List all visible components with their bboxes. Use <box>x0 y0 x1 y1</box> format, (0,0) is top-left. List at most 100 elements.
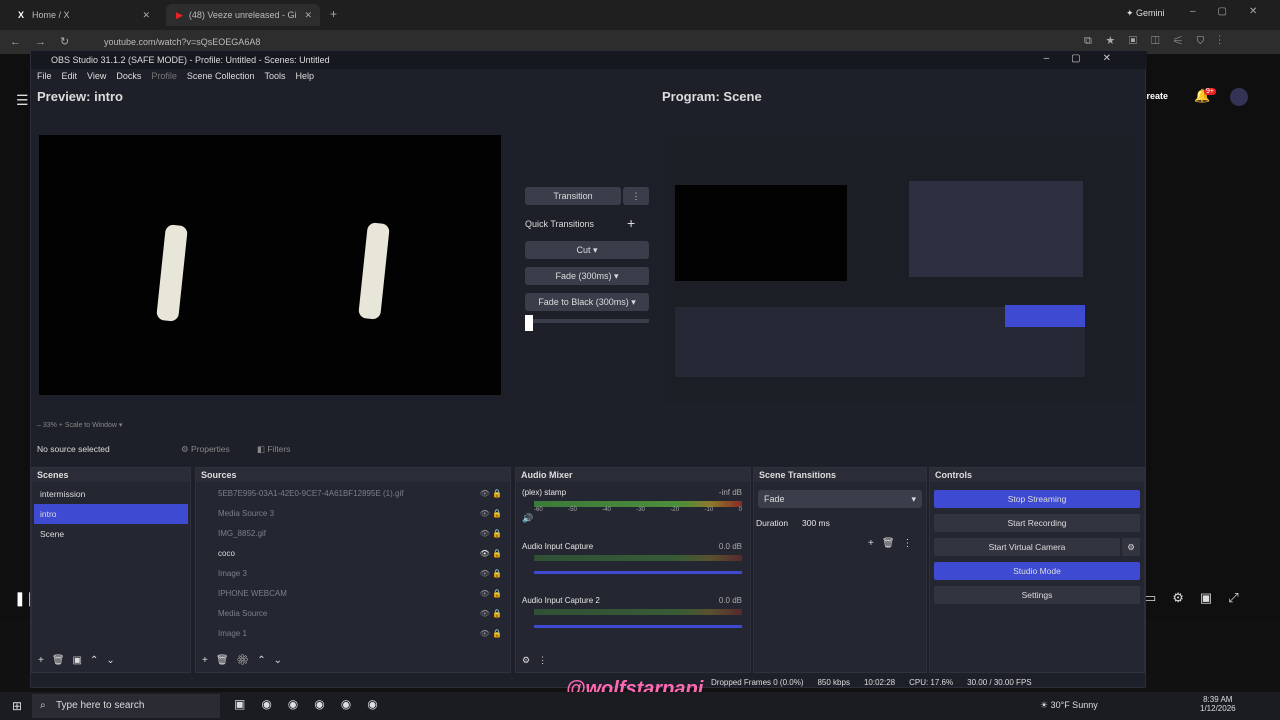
filters-button[interactable]: ◧ Filters <box>257 444 291 455</box>
obs-title-bar: OBS Studio 31.1.2 (SAFE MODE) - Profile:… <box>31 51 1147 69</box>
tab-youtube[interactable]: ▶ (48) Veeze unreleased - Gi ✕ <box>166 4 320 26</box>
start-recording-button[interactable]: Start Recording <box>934 514 1140 532</box>
cut-button[interactable]: Cut ▾ <box>525 241 649 259</box>
taskbar-apps[interactable]: ▣◉◉◉◉◉ <box>234 697 394 711</box>
cpu-usage: CPU: 17.6% <box>909 678 954 687</box>
close-icon[interactable]: ✕ <box>142 10 158 21</box>
obs-window-controls[interactable]: –▢✕ <box>1044 53 1133 64</box>
fade-button[interactable]: Fade (300ms) ▾ <box>525 267 649 285</box>
audio-channel: (plex) stamp -inf dB -60 -50 -40 -30 -20 -10 0 … <box>522 488 742 524</box>
fade-black-button[interactable]: Fade to Black (300ms) ▾ <box>525 293 649 311</box>
obs-status-bar: Dropped Frames 0 (0.0%) 850 kbps 10:02:2… <box>711 678 1032 687</box>
taskbar-search[interactable]: ⌕ Type here to search <box>32 694 220 718</box>
nested-controls <box>1005 305 1085 327</box>
zoom-level: 33% <box>42 422 57 429</box>
audio-channel-name: Audio Input Capture <box>522 542 594 551</box>
audio-db: 0.0 dB <box>718 542 742 551</box>
extension-icons[interactable]: ⧉★▣◫⚟⛉⋮ <box>1084 35 1235 48</box>
transition-select-label: Fade <box>764 494 785 504</box>
weather-widget[interactable]: ☀ 30°F Sunny <box>1040 700 1098 711</box>
audio-channel: Audio Input Capture 0.0 dB <box>522 542 742 574</box>
audio-channel-name: (plex) stamp <box>522 488 567 497</box>
source-item[interactable]: Media Source 3 👁 🔒 <box>196 504 510 524</box>
add-transition-icon[interactable]: + <box>627 215 635 231</box>
source-label: Image 1 <box>218 629 247 638</box>
source-item[interactable]: IMG_8852.gif 👁 🔒 <box>196 524 510 544</box>
menu-edit[interactable]: Edit <box>62 71 78 87</box>
scene-item[interactable]: intermission <box>34 484 188 504</box>
source-item[interactable]: IPHONE WEBCAM 👁 🔒 <box>196 584 510 604</box>
menu-icon[interactable]: ☰ <box>16 92 29 109</box>
obs-menu-bar: File Edit View Docks Profile Scene Colle… <box>31 71 314 87</box>
nav-icons[interactable]: ←→↻ <box>10 35 83 48</box>
audio-toolbar[interactable]: ⚙⋮ <box>522 655 555 666</box>
audio-mixer-header: Audio Mixer <box>516 468 750 482</box>
tbar-track[interactable] <box>525 319 649 323</box>
dropped-frames: Dropped Frames 0 (0.0%) <box>711 678 804 687</box>
source-label: IMG_8852.gif <box>218 529 267 538</box>
gemini-button[interactable]: ✦ Gemini <box>1126 8 1165 19</box>
tbar-handle[interactable] <box>525 315 533 331</box>
scene-item[interactable]: Scene <box>34 524 188 544</box>
new-tab-icon[interactable]: + <box>330 7 337 21</box>
avatar[interactable] <box>1230 88 1248 106</box>
transition-toolbar[interactable]: +🗑⋮ <box>868 538 921 549</box>
menu-file[interactable]: File <box>37 71 52 87</box>
taskbar-clock[interactable]: 8:39 AM 1/12/2026 <box>1200 695 1236 713</box>
clock-time: 8:39 AM <box>1203 695 1233 704</box>
url-field[interactable]: youtube.com/watch?v=sQsEOEGA6A8 <box>84 33 1084 51</box>
menu-scene-collection[interactable]: Scene Collection <box>187 71 255 87</box>
menu-help[interactable]: Help <box>295 71 314 87</box>
source-item[interactable]: Media Source 👁 🔒 <box>196 604 510 624</box>
filters-label: Filters <box>267 444 291 454</box>
scene-item[interactable]: intro <box>34 504 188 524</box>
program-canvas <box>665 137 1135 403</box>
source-item[interactable]: 5EB7E995-03A1-42E0-9CE7-4A61BF12895E (1)… <box>196 484 510 504</box>
volume-slider[interactable] <box>534 571 742 574</box>
source-item[interactable]: coco 👁 🔒 <box>196 544 510 564</box>
scene-transitions-header: Scene Transitions <box>754 468 926 482</box>
tab-label: Home / X <box>32 10 70 20</box>
fade-black-label: Fade to Black (300ms) <box>538 297 629 307</box>
youtube-icon: ▶ <box>176 9 183 20</box>
virtual-camera-settings-icon[interactable]: ⚙ <box>1122 538 1140 556</box>
source-label: IPHONE WEBCAM <box>218 589 287 598</box>
scene-toolbar[interactable]: +🗑▣⌃⌄ <box>38 655 123 666</box>
volume-slider[interactable] <box>534 625 742 628</box>
properties-label: Properties <box>190 444 230 454</box>
clock-date: 1/12/2026 <box>1200 704 1236 713</box>
menu-tools[interactable]: Tools <box>264 71 285 87</box>
player-controls[interactable]: ▭⚙▣⤢ <box>1144 590 1255 606</box>
menu-profile[interactable]: Profile <box>151 71 177 87</box>
studio-mode-button[interactable]: Studio Mode <box>934 562 1140 580</box>
gemini-label: Gemini <box>1136 8 1165 18</box>
source-toolbar[interactable]: +🗑⚙⌃⌄ <box>202 655 290 666</box>
window-controls[interactable]: –▢✕ <box>1190 6 1279 17</box>
tab-x-home[interactable]: X Home / X ✕ <box>8 4 158 26</box>
start-virtual-camera-button[interactable]: Start Virtual Camera <box>934 538 1120 556</box>
menu-docks[interactable]: Docks <box>116 71 141 87</box>
transition-button[interactable]: Transition <box>525 187 621 205</box>
close-icon[interactable]: ✕ <box>304 10 320 21</box>
volume-meter <box>534 555 742 561</box>
fade-label: Fade (300ms) <box>555 271 612 281</box>
search-icon: ⌕ <box>40 700 46 711</box>
windows-start-icon[interactable]: ⊞ <box>12 699 22 713</box>
program-title: Program: Scene <box>662 89 762 104</box>
cut-label: Cut <box>576 245 591 255</box>
stop-streaming-button[interactable]: Stop Streaming <box>934 490 1140 508</box>
menu-view[interactable]: View <box>87 71 106 87</box>
zoom-controls[interactable]: – 33% + Scale to Window ▾ <box>37 421 122 429</box>
fps: 30.00 / 30.00 FPS <box>967 678 1032 687</box>
transition-select[interactable]: Fade ▾ <box>758 490 922 508</box>
preview-canvas[interactable] <box>39 135 501 395</box>
properties-button[interactable]: ⚙ Properties <box>181 444 230 455</box>
transition-menu-icon[interactable]: ⋮ <box>623 187 649 205</box>
scene-transitions-dock: Scene Transitions Fade ▾ Duration 300 ms … <box>753 467 927 673</box>
speaker-icon[interactable]: 🔊 <box>522 513 742 524</box>
audio-mixer-dock: Audio Mixer (plex) stamp -inf dB -60 -50 -4… <box>515 467 751 673</box>
source-item[interactable]: Image 1 👁 🔒 <box>196 624 510 644</box>
source-item[interactable]: Image 3 👁 🔒 <box>196 564 510 584</box>
settings-button[interactable]: Settings <box>934 586 1140 604</box>
duration-input[interactable]: 300 ms <box>800 515 922 531</box>
